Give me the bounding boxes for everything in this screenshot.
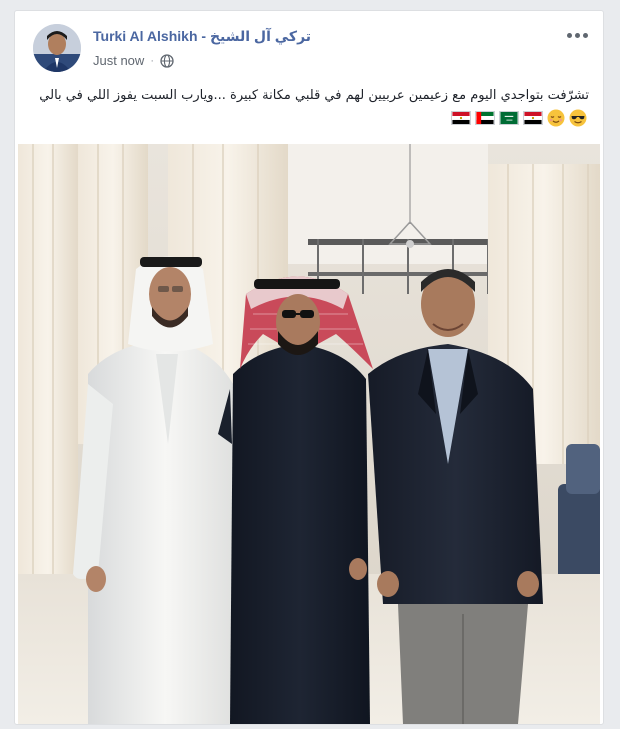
sunglasses-emoji-icon <box>569 109 587 127</box>
post-timestamp[interactable]: Just now <box>93 53 144 68</box>
saudi-flag-icon <box>499 111 519 125</box>
uae-flag-icon <box>475 111 495 125</box>
globe-icon[interactable] <box>160 53 174 68</box>
author-name-link[interactable]: Turki Al Alshikh - تركي آل الشيخ <box>93 28 311 45</box>
post-card: Turki Al Alshikh - تركي آل الشيخ Just no… <box>14 10 604 725</box>
post-header: Turki Al Alshikh - تركي آل الشيخ Just no… <box>15 11 603 83</box>
meta-separator: · <box>150 54 154 67</box>
group-photo-image <box>18 144 600 724</box>
emoji-row <box>451 109 587 127</box>
more-options-icon <box>566 32 572 38</box>
post-meta: Just now · <box>93 53 174 68</box>
more-options-icon <box>582 32 588 38</box>
more-options-icon <box>574 32 580 38</box>
relieved-face-emoji-icon <box>547 109 565 127</box>
egypt-flag-icon <box>451 111 471 125</box>
egypt-flag-icon <box>523 111 543 125</box>
post-text: تشرّفت بتواجدي اليوم مع زعيمين عربيين له… <box>39 88 589 103</box>
post-photo[interactable] <box>18 144 600 724</box>
avatar[interactable] <box>33 24 81 72</box>
more-options-button[interactable] <box>565 27 589 43</box>
avatar-image <box>33 24 81 72</box>
